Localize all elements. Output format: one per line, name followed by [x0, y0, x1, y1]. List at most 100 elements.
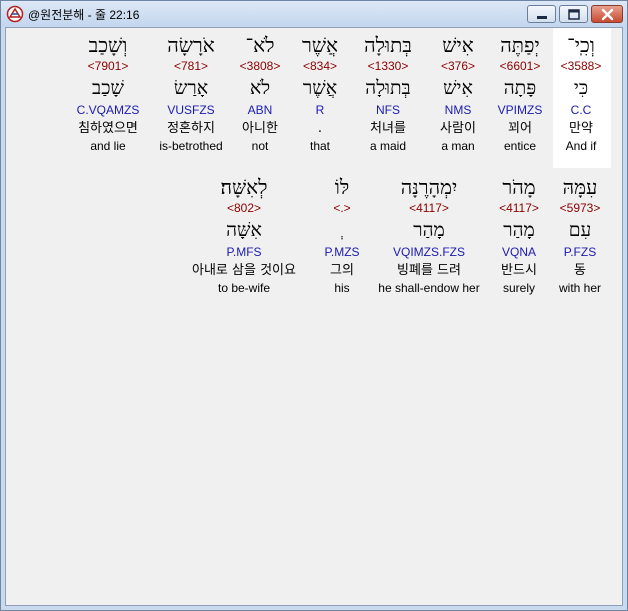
minimize-icon [537, 16, 547, 19]
english-gloss: entice [503, 139, 537, 153]
lexical-form: בְּתוּלָה [365, 77, 411, 99]
app-logo-icon [6, 5, 24, 23]
maximize-icon [568, 9, 580, 20]
strong-number[interactable]: <1330> [353, 58, 423, 74]
word-column[interactable]: בְּתוּלָה <1330> בְּתוּלָה NFS 처녀를 a mai… [353, 32, 423, 154]
english-gloss: not [251, 139, 269, 153]
parsing-code: P.FZS [563, 245, 597, 259]
strong-number[interactable]: <4117> [372, 200, 486, 216]
lexical-form: כִּי [573, 77, 589, 99]
parsing-code: NMS [444, 103, 472, 117]
lexical-form: אִישׁ [443, 77, 473, 99]
lexical-form: עִם [568, 219, 592, 241]
lexical-form: מָהַר [413, 219, 445, 241]
parsing-code: VUSFZS [167, 103, 215, 117]
korean-gloss: 빙폐를 드려 [397, 263, 461, 278]
parsing-code: R [315, 103, 325, 117]
korean-gloss: 아니한 [242, 121, 278, 136]
korean-gloss: 동 [574, 263, 586, 278]
app-window: @원전분해 - 줄 22:16 וְכִֽי־ <3588> כִּי C.C [0, 0, 628, 611]
hebrew-word: לּוֹ [334, 175, 350, 199]
parsing-code: C.VQAMZS [76, 103, 140, 117]
parsing-code: NFS [376, 103, 400, 117]
hebrew-word: לְאִשָּׁה׃ [220, 175, 268, 199]
hebrew-word: יְפַתֶּה [500, 33, 540, 57]
strong-number[interactable]: <3588> [556, 58, 606, 74]
english-gloss: surely [502, 281, 535, 295]
korean-gloss: . [317, 121, 323, 136]
word-column[interactable]: וְכִֽי־ <3588> כִּי C.C 만약 And if [556, 32, 606, 154]
korean-gloss: 그의 [330, 263, 354, 278]
hebrew-word: אֲשֶׁר [302, 33, 338, 57]
lexical-form: לֹא [249, 77, 271, 99]
word-column[interactable]: עִמָּהּ <5973> עִם P.FZS 동 with her [551, 174, 609, 296]
english-gloss: and lie [90, 139, 126, 153]
word-column[interactable]: וְשָׁכַב <7901> שָׁכַב C.VQAMZS 침하였으면 an… [66, 32, 150, 154]
strong-number[interactable]: <802> [178, 200, 310, 216]
korean-gloss: 정혼하지 [167, 121, 215, 136]
word-column[interactable]: לּוֹ <.> ְ P.MZS 그의 his [316, 174, 368, 296]
english-gloss: a maid [369, 139, 407, 153]
strong-number[interactable]: <376> [429, 58, 487, 74]
parsing-code: P.MFS [226, 245, 262, 259]
parsing-code: ABN [247, 103, 273, 117]
lexical-form: פָּתָה [503, 77, 537, 99]
lexical-form: אָרַשׂ [173, 77, 209, 99]
hebrew-word: בְּתוּלָה [364, 33, 412, 57]
parsing-code: P.MZS [324, 245, 360, 259]
strong-number[interactable]: <834> [292, 58, 348, 74]
minimize-button[interactable] [527, 5, 556, 23]
english-gloss: to be-wife [217, 281, 271, 295]
strong-number[interactable]: <781> [154, 58, 228, 74]
hebrew-word: אִישׁ [442, 33, 474, 57]
window-title: @원전분해 - 줄 22:16 [28, 8, 140, 22]
strong-number[interactable]: <6601> [490, 58, 550, 74]
close-button[interactable] [591, 5, 623, 23]
word-column[interactable]: אִישׁ <376> אִישׁ NMS 사람이 a man [429, 32, 487, 154]
strong-number[interactable]: <5973> [551, 200, 609, 216]
korean-gloss: 반드시 [501, 263, 537, 278]
korean-gloss: 꾀어 [508, 121, 532, 136]
word-column[interactable]: יִמְהָרֶנָּה <4117> מָהַר VQIMZS.FZS 빙폐를… [372, 174, 486, 296]
lexical-form: מָהַר [503, 219, 535, 241]
korean-gloss: 사람이 [440, 121, 476, 136]
lexical-form: אֲשֶׁר [302, 77, 338, 99]
korean-gloss: 처녀를 [370, 121, 406, 136]
hebrew-word: וְכִֽי־ [567, 33, 595, 57]
close-icon [601, 8, 614, 21]
english-gloss: he shall-endow her [378, 281, 480, 295]
parsing-code: C.C [570, 103, 592, 117]
word-column[interactable]: יְפַתֶּה <6601> פָּתָה VPIMZS 꾀어 entice [490, 32, 550, 154]
strong-number[interactable]: <7901> [66, 58, 150, 74]
title-bar[interactable]: @원전분해 - 줄 22:16 [1, 1, 627, 27]
hebrew-word: מָהֹר [502, 175, 536, 199]
lexical-form: אִשָּׁה [226, 219, 262, 241]
hebrew-word: וְשָׁכַב [88, 33, 128, 57]
hebrew-word: אֹרָשָׂה [167, 33, 215, 57]
word-column[interactable]: מָהֹר <4117> מָהַר VQNA 반드시 surely [490, 174, 548, 296]
parsing-code: VQNA [501, 245, 536, 259]
english-gloss: is-betrothed [159, 139, 223, 153]
word-column[interactable]: אֲשֶׁר <834> אֲשֶׁר R . that [292, 32, 348, 154]
word-column[interactable]: אֹרָשָׂה <781> אָרַשׂ VUSFZS 정혼하지 is-bet… [154, 32, 228, 154]
maximize-button[interactable] [559, 5, 588, 23]
parsing-code: VPIMZS [497, 103, 543, 117]
lexical-form: שָׁכַב [92, 77, 124, 99]
parsing-code: VQIMZS.FZS [393, 245, 465, 259]
english-gloss: a man [441, 139, 475, 153]
hebrew-word: עִמָּהּ [562, 175, 598, 199]
english-gloss: that [309, 139, 330, 153]
strong-number[interactable]: <.> [316, 200, 368, 216]
english-gloss: with her [558, 281, 602, 295]
strong-number[interactable]: <4117> [490, 200, 548, 216]
word-column[interactable]: לְאִשָּׁה׃ <802> אִשָּׁה P.MFS 아내로 삼을 것이… [178, 174, 310, 296]
lexical-form: ְ [316, 216, 368, 244]
korean-gloss: 만약 [569, 121, 593, 136]
interlinear-panel[interactable]: וְכִֽי־ <3588> כִּי C.C 만약 And if יְפַתֶ… [5, 27, 623, 606]
hebrew-word: לֹא־ [245, 33, 275, 57]
english-gloss: his [334, 281, 350, 295]
strong-number[interactable]: <3808> [232, 58, 288, 74]
korean-gloss: 아내로 삼을 것이요 [192, 263, 296, 278]
korean-gloss: 침하였으면 [78, 121, 138, 136]
word-column[interactable]: לֹא־ <3808> לֹא ABN 아니한 not [232, 32, 288, 154]
